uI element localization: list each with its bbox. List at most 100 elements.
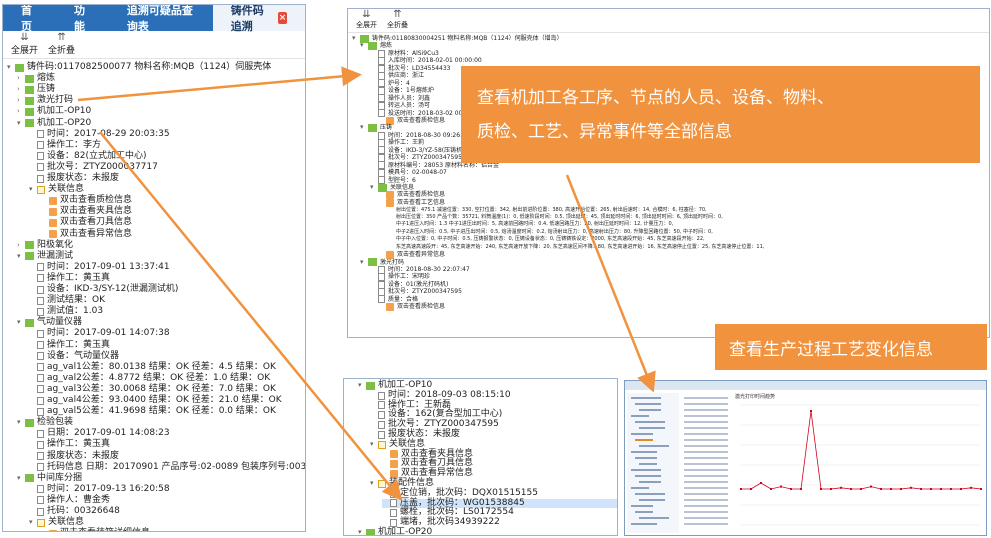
tree-node-leak[interactable]: ▾ 泄漏测试 [17, 251, 73, 262]
expand-toggle-icon[interactable]: ▾ [370, 479, 378, 489]
trend-point [850, 488, 852, 490]
tree-node-gauge[interactable]: ▾ 气动量仪器 [17, 317, 82, 328]
op20-relate-node[interactable]: ▾ 关联信息 [29, 184, 84, 195]
info-icon [37, 440, 44, 449]
expand-toggle-icon[interactable]: › [17, 84, 25, 95]
tab-home[interactable]: 首页 [3, 5, 56, 33]
relation-icon [37, 185, 45, 194]
tree-label: 托码：00326648 [47, 506, 120, 516]
op10-node[interactable]: ▾ 机加工-OP20 [358, 527, 432, 535]
info-icon [37, 263, 44, 272]
warehouse-relate-node[interactable]: ▾ 关联信息 [29, 517, 84, 528]
tab-casting-trace[interactable]: 铸件码追溯 × [212, 5, 305, 33]
expand-toggle-icon[interactable]: › [17, 73, 25, 84]
tree-label: 报废状态：未报废 [47, 450, 120, 461]
info-icon [390, 499, 397, 508]
expand-toggle-icon[interactable]: ▾ [360, 258, 368, 266]
relation-icon [378, 479, 386, 488]
expand-toggle-icon[interactable]: ▾ [17, 417, 25, 428]
op20-relate-item[interactable]: 双击查看刀具信息 [41, 217, 132, 228]
tree-label: ag_val1公差：80.0138 结果：OK 径差：4.5 结果：OK [47, 361, 276, 372]
expand-toggle-icon[interactable]: ▾ [17, 118, 25, 129]
trend-point [880, 488, 882, 490]
tree-label: 机加工-OP10 [37, 106, 92, 117]
info-icon [37, 496, 44, 505]
detail-expand-all-button[interactable]: ⇊ 全展开 [356, 10, 377, 30]
expand-toggle-icon[interactable]: ▾ [29, 184, 37, 195]
detail-node[interactable]: ▾ 熔炼 [360, 41, 392, 51]
tree-label: 双击查看刀具信息 [60, 217, 133, 228]
table-line [684, 469, 728, 471]
tab-close-icon[interactable]: × [278, 12, 287, 24]
expand-toggle-icon[interactable]: ▾ [370, 183, 378, 191]
expand-toggle-icon[interactable]: › [17, 95, 25, 106]
tree-node-3[interactable]: › 机加工-OP10 [17, 106, 91, 117]
tree-node-2[interactable]: › 激光打码 [17, 95, 73, 106]
trend-point [900, 488, 902, 490]
op20-relate-item[interactable]: 双击查看质检信息 [41, 195, 132, 206]
tree-node-warehouse[interactable]: ▾ 中间库分捆 [17, 473, 82, 484]
expand-all-button[interactable]: ⇊ 全展开 [11, 33, 38, 57]
table-line [684, 427, 728, 429]
detail-field: 型腔号：6 [370, 176, 416, 185]
trend-point [960, 488, 962, 490]
trend-point [860, 488, 862, 490]
trace-tree: ▾ 铸件码:0117082500077 物料名称:MQB（1124）伺服壳体 › 熔炼… [3, 59, 305, 531]
trace-panel-left: 首页 功能 追溯可疑品查询表 铸件码追溯 × ⇊ 全展开 ⇈ 全折叠 ▾ 铸件码:011… [2, 4, 306, 532]
process-node-icon [25, 85, 34, 94]
detail-node[interactable]: ▾ 压铸 [360, 123, 392, 133]
expand-toggle-icon[interactable]: › [17, 240, 25, 251]
expand-toggle-icon[interactable]: ▾ [17, 473, 25, 484]
tree-label: 激光打码 [37, 95, 74, 106]
expand-toggle-icon[interactable]: › [17, 106, 25, 117]
tree-node-1[interactable]: › 压铸 [17, 84, 55, 95]
link-icon [390, 460, 398, 469]
tab-suspect-query[interactable]: 追溯可疑品查询表 [109, 5, 213, 33]
tree-label: 双击查看异常信息 [397, 251, 446, 259]
tree-label: 操作人：曹金秀 [47, 494, 111, 505]
detail-link[interactable]: 双击查看异常信息 [378, 250, 446, 259]
expand-toggle-icon[interactable]: ▾ [358, 528, 366, 535]
trend-point [780, 485, 782, 488]
gauge-field: 时间：2017-09-01 14:07:38 [29, 328, 170, 339]
tree-label: 铸件码:01180830004251 物料名称:MQB（1124）伺服壳体（增岛… [372, 35, 563, 42]
expand-toggle-icon[interactable]: ▾ [352, 34, 360, 42]
info-icon [37, 396, 44, 405]
tree-toolbar: ⇊ 全展开 ⇈ 全折叠 [3, 31, 305, 59]
tree-label: 泄漏测试 [37, 250, 74, 261]
detail-link[interactable]: 双击查看质检信息 [378, 191, 445, 200]
expand-toggle-icon[interactable]: ▾ [360, 123, 368, 131]
expand-toggle-icon[interactable]: ▾ [370, 440, 378, 450]
tree-label: 双击查看装箱详细信息 [60, 528, 150, 531]
pack-field: 操作工：黄玉真 [29, 439, 110, 450]
tree-node-anodize[interactable]: › 阳极氧化 [17, 240, 73, 251]
sidebar-line [635, 439, 653, 441]
pack-field: 报废状态：未报废 [29, 451, 119, 462]
expand-toggle-icon[interactable]: ▾ [358, 381, 366, 391]
trend-point [770, 488, 772, 490]
expand-toggle-icon[interactable]: ▾ [360, 41, 368, 49]
expand-toggle-icon[interactable]: ▾ [29, 517, 37, 528]
tree-node-4[interactable]: ▾ 机加工-OP20 [17, 118, 91, 129]
table-line [684, 415, 728, 417]
expand-toggle-icon[interactable]: ▾ [17, 317, 25, 328]
tree-node-pack[interactable]: ▾ 检验包装 [17, 417, 73, 428]
tree-node-0[interactable]: › 熔炼 [17, 73, 55, 84]
expand-toggle-icon[interactable]: ▾ [7, 62, 15, 73]
info-icon [378, 411, 385, 420]
op20-relate-item[interactable]: 双击查看异常信息 [41, 229, 132, 240]
warehouse-relate-item[interactable]: 双击查看装箱详细信息 [41, 528, 150, 531]
tree-label: 操作工：李方 [47, 139, 102, 150]
detail-expand-label: 全展开 [356, 21, 377, 29]
gauge-value: ag_val1公差：80.0138 结果：OK 径差：4.5 结果：OK [29, 362, 276, 373]
op20-field: 批次号：ZTYZ000037717 [29, 162, 158, 173]
op20-relate-item[interactable]: 双击查看夹具信息 [41, 206, 132, 217]
collapse-all-button[interactable]: ⇈ 全折叠 [48, 33, 75, 57]
detail-collapse-all-button[interactable]: ⇈ 全折叠 [387, 10, 408, 30]
trend-point [740, 488, 742, 490]
tree-root[interactable]: ▾ 铸件码:0117082500077 物料名称:MQB（1124）伺服壳体 [7, 62, 271, 73]
detail-link[interactable]: 双击查看质检信息 [378, 302, 445, 311]
tab-functions[interactable]: 功能 [56, 5, 109, 33]
expand-toggle-icon[interactable]: ▾ [17, 251, 25, 262]
tree-label: 双击查看夹具信息 [60, 206, 133, 217]
